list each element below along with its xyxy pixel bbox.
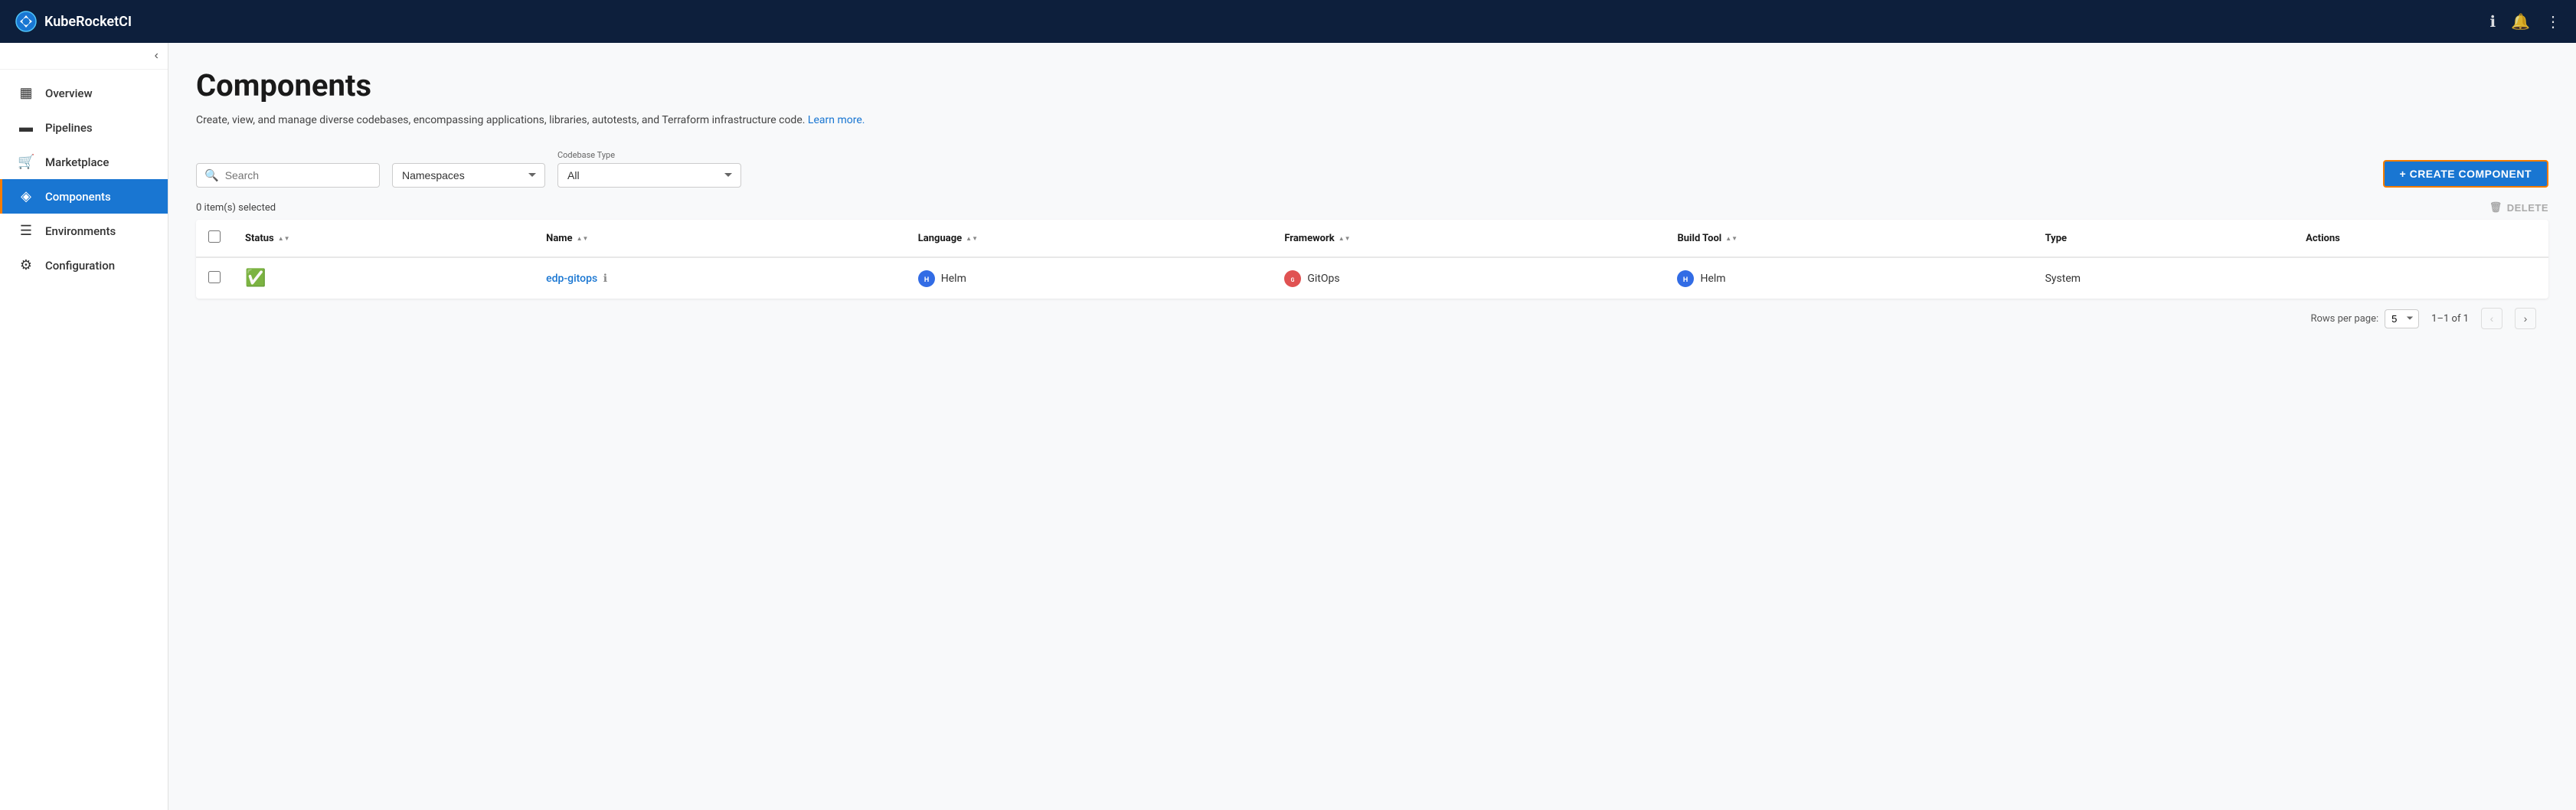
sidebar-item-label-marketplace: Marketplace — [45, 155, 109, 169]
create-component-button[interactable]: + CREATE COMPONENT — [2383, 160, 2548, 188]
sidebar-item-label-environments: Environments — [45, 224, 116, 238]
table-header: Status ▲▼ Name ▲▼ Language ▲▼ — [196, 220, 2548, 257]
th-framework[interactable]: Framework ▲▼ — [1272, 220, 1665, 257]
build-tool-sort-arrows: ▲▼ — [1725, 235, 1737, 242]
sidebar-item-label-components: Components — [45, 190, 111, 204]
sidebar-collapse-button[interactable]: ‹ — [155, 49, 159, 63]
row-name-cell: edp-gitops ℹ — [534, 257, 906, 299]
main-layout: ‹ ▦ Overview ▬ Pipelines 🛒 Marketplace ◈… — [0, 43, 2576, 810]
sidebar-nav: ▦ Overview ▬ Pipelines 🛒 Marketplace ◈ C… — [0, 70, 168, 810]
more-icon[interactable]: ⋮ — [2545, 12, 2561, 31]
row-checkbox-cell — [196, 257, 233, 299]
gitops-framework-icon: G — [1284, 270, 1301, 287]
svg-text:H: H — [1683, 276, 1688, 284]
codebase-type-wrap: Codebase Type All Application Library Au… — [557, 150, 741, 188]
pagination-bar: Rows per page: 5 10 25 50 1–1 of 1 ‹ › — [196, 299, 2548, 338]
sidebar-item-label-pipelines: Pipelines — [45, 121, 93, 135]
prev-page-button[interactable]: ‹ — [2481, 308, 2502, 329]
namespaces-select[interactable]: Namespaces — [392, 163, 545, 188]
namespace-select-wrap: Namespaces — [392, 163, 545, 188]
search-icon: 🔍 — [204, 168, 219, 182]
page-description: Create, view, and manage diverse codebas… — [196, 113, 2548, 129]
app-title: KubeRocketCI — [44, 14, 132, 30]
sidebar: ‹ ▦ Overview ▬ Pipelines 🛒 Marketplace ◈… — [0, 43, 168, 810]
search-box: 🔍 — [196, 163, 380, 188]
environments-icon: ☰ — [18, 223, 34, 239]
pipelines-icon: ▬ — [18, 119, 34, 136]
helm-buildtool-icon: H — [1677, 270, 1694, 287]
bell-icon[interactable]: 🔔 — [2511, 12, 2530, 31]
components-table: Status ▲▼ Name ▲▼ Language ▲▼ — [196, 220, 2548, 299]
th-name[interactable]: Name ▲▼ — [534, 220, 906, 257]
search-input[interactable] — [225, 169, 371, 181]
marketplace-icon: 🛒 — [18, 154, 34, 170]
row-actions-cell — [2293, 257, 2548, 299]
info-icon[interactable]: ℹ — [2489, 12, 2496, 31]
codebase-type-select[interactable]: All Application Library Autotest Infrast… — [557, 163, 741, 188]
name-sort-arrows: ▲▼ — [577, 235, 589, 242]
main-content: Components Create, view, and manage dive… — [168, 43, 2576, 810]
component-info-icon[interactable]: ℹ — [603, 273, 607, 285]
configuration-icon: ⚙ — [18, 257, 34, 273]
th-status[interactable]: Status ▲▼ — [233, 220, 534, 257]
row-build-tool-cell: H Helm — [1665, 257, 2032, 299]
language-sort-arrows: ▲▼ — [966, 235, 978, 242]
row-checkbox[interactable] — [208, 271, 221, 283]
svg-text:G: G — [1291, 277, 1295, 283]
page-info: 1–1 of 1 — [2431, 313, 2469, 325]
trash-icon: 🗑 — [2489, 201, 2502, 214]
header-left: KubeRocketCI — [15, 11, 132, 32]
select-all-checkbox[interactable] — [208, 230, 221, 243]
row-language-cell: H Helm — [906, 257, 1273, 299]
app-logo — [15, 11, 37, 32]
sidebar-item-overview[interactable]: ▦ Overview — [0, 76, 168, 110]
sidebar-item-environments[interactable]: ☰ Environments — [0, 214, 168, 248]
delete-label: DELETE — [2507, 202, 2548, 214]
toolbar: 🔍 Namespaces Codebase Type All Applicati… — [196, 150, 2548, 188]
status-sort-arrows: ▲▼ — [278, 235, 290, 242]
helm-language-icon: H — [918, 270, 935, 287]
status-ok-icon: ✅ — [245, 269, 266, 288]
header-right: ℹ 🔔 ⋮ — [2489, 12, 2561, 31]
svg-text:H: H — [924, 276, 929, 284]
th-actions: Actions — [2293, 220, 2548, 257]
row-status-cell: ✅ — [233, 257, 534, 299]
sidebar-item-label-configuration: Configuration — [45, 259, 115, 273]
selection-bar: 0 item(s) selected 🗑 DELETE — [196, 201, 2548, 214]
row-type-cell: System — [2033, 257, 2294, 299]
rows-per-page-wrap: Rows per page: 5 10 25 50 — [2310, 309, 2419, 328]
rows-per-page-label: Rows per page: — [2310, 313, 2378, 325]
table-body: ✅ edp-gitops ℹ H Helm — [196, 257, 2548, 299]
codebase-type-label: Codebase Type — [557, 150, 741, 160]
th-build-tool[interactable]: Build Tool ▲▼ — [1665, 220, 2032, 257]
component-name-link[interactable]: edp-gitops — [546, 273, 597, 285]
next-page-button[interactable]: › — [2515, 308, 2536, 329]
sidebar-item-marketplace[interactable]: 🛒 Marketplace — [0, 145, 168, 179]
th-checkbox — [196, 220, 233, 257]
sidebar-item-configuration[interactable]: ⚙ Configuration — [0, 248, 168, 283]
table-header-row: Status ▲▼ Name ▲▼ Language ▲▼ — [196, 220, 2548, 257]
sidebar-item-label-overview: Overview — [45, 87, 93, 100]
rows-per-page-select[interactable]: 5 10 25 50 — [2385, 309, 2419, 328]
components-icon: ◈ — [18, 188, 34, 204]
sidebar-collapse-area: ‹ — [0, 43, 168, 70]
th-type: Type — [2033, 220, 2294, 257]
sidebar-item-components[interactable]: ◈ Components — [0, 179, 168, 214]
table-row: ✅ edp-gitops ℹ H Helm — [196, 257, 2548, 299]
row-framework-cell: G GitOps — [1272, 257, 1665, 299]
framework-sort-arrows: ▲▼ — [1339, 235, 1351, 242]
selection-count: 0 item(s) selected — [196, 202, 276, 214]
overview-icon: ▦ — [18, 85, 34, 101]
th-language[interactable]: Language ▲▼ — [906, 220, 1273, 257]
sidebar-item-pipelines[interactable]: ▬ Pipelines — [0, 110, 168, 145]
delete-button[interactable]: 🗑 DELETE — [2489, 201, 2548, 214]
learn-more-link[interactable]: Learn more. — [808, 114, 865, 126]
top-header: KubeRocketCI ℹ 🔔 ⋮ — [0, 0, 2576, 43]
page-title: Components — [196, 67, 2548, 103]
